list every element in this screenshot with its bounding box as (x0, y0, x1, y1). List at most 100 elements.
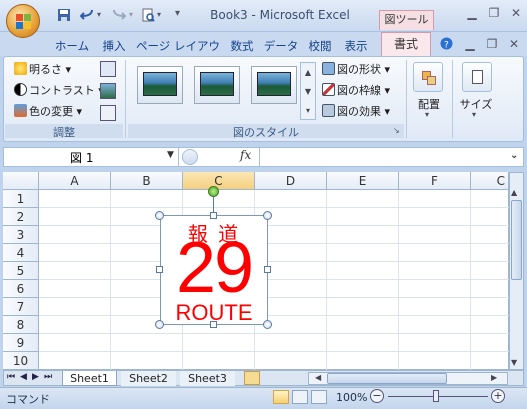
scroll-left-icon[interactable]: ◀ (315, 373, 321, 382)
picture-styles-group-label: 図のスタイル (128, 124, 404, 139)
page-break-view-icon[interactable] (311, 390, 327, 404)
print-preview-icon[interactable] (141, 8, 155, 22)
gallery-scroll[interactable]: ▲ ▼ ▾ (300, 62, 316, 120)
insert-sheet-icon[interactable] (244, 371, 260, 385)
column-header[interactable]: A (39, 172, 111, 190)
row-header[interactable]: 8 (3, 316, 39, 334)
row-header[interactable]: 1 (3, 190, 39, 208)
tab-review[interactable]: 校閲 (305, 36, 335, 56)
minimize-icon[interactable]: ▁ (465, 6, 479, 20)
tab-page-layout[interactable]: ページ レイアウト (135, 36, 221, 73)
redo-dropdown-icon[interactable]: ▾ (129, 10, 133, 19)
reset-picture-icon[interactable] (100, 105, 116, 121)
formula-input[interactable] (259, 148, 507, 166)
resize-handle[interactable] (264, 266, 271, 273)
scroll-down-icon[interactable]: ▼ (511, 358, 517, 367)
change-picture-icon[interactable] (100, 83, 116, 99)
sheet-tab[interactable]: Sheet2 (121, 371, 176, 386)
resize-handle[interactable] (210, 321, 217, 328)
last-sheet-icon[interactable]: ⏭ (44, 372, 52, 382)
close-icon[interactable]: ✕ (509, 6, 523, 20)
horizontal-scroll-thumb[interactable] (327, 373, 447, 384)
row-header[interactable]: 5 (3, 262, 39, 280)
resize-handle[interactable] (210, 212, 217, 219)
picture-shape-button[interactable]: 図の形状 ▾ (322, 62, 390, 78)
contrast-button[interactable]: コントラスト ▾ (14, 83, 104, 99)
column-header[interactable]: D (255, 172, 327, 190)
customize-qat-icon[interactable]: ▾ (175, 8, 180, 19)
first-sheet-icon[interactable]: ⏮ (7, 372, 15, 382)
undo-dropdown-icon[interactable]: ▾ (97, 10, 101, 19)
resize-handle[interactable] (156, 266, 163, 273)
brightness-button[interactable]: 明るさ ▾ (14, 62, 71, 78)
undo-icon[interactable] (80, 8, 94, 22)
tab-format[interactable]: 書式 (381, 32, 431, 56)
picture-style-thumb[interactable] (251, 66, 297, 104)
normal-view-icon[interactable] (273, 390, 289, 404)
workbook-close-icon[interactable]: ✕ (507, 37, 521, 51)
tab-view[interactable]: 表示 (341, 36, 371, 56)
picture-number: 29 (175, 228, 254, 308)
picture-style-thumb[interactable] (137, 66, 183, 104)
name-box-dropdown-icon[interactable]: ▼ (167, 150, 174, 160)
resize-handle[interactable] (263, 211, 272, 220)
office-logo-icon (16, 14, 31, 29)
compress-pictures-icon[interactable] (100, 61, 116, 77)
workbook-minimize-icon[interactable]: ▁ (463, 37, 477, 51)
page-layout-view-icon[interactable] (292, 390, 308, 404)
row-header[interactable]: 6 (3, 280, 39, 298)
redo-icon[interactable] (112, 8, 126, 22)
size-dropdown-icon[interactable]: ▾ (472, 110, 476, 119)
scroll-up-icon[interactable]: ▲ (511, 188, 517, 197)
name-box-value: 図 1 (70, 151, 94, 165)
vertical-scroll-thumb[interactable] (511, 200, 522, 280)
column-header[interactable]: C (183, 172, 255, 190)
sheet-tab[interactable]: Sheet1 (62, 371, 117, 386)
rotation-handle[interactable] (208, 186, 219, 197)
row-header[interactable]: 4 (3, 244, 39, 262)
column-header[interactable]: B (111, 172, 183, 190)
row-header[interactable]: 3 (3, 226, 39, 244)
resize-handle[interactable] (155, 320, 164, 329)
select-all-corner[interactable] (3, 172, 39, 190)
arrange-dropdown-icon[interactable]: ▾ (425, 110, 429, 119)
print-dropdown-icon[interactable]: ▾ (157, 10, 161, 19)
picture-border-button[interactable]: 図の枠線 ▾ (322, 83, 390, 99)
picture-style-thumb[interactable] (194, 66, 240, 104)
row-header[interactable]: 2 (3, 208, 39, 226)
insert-function-icon[interactable]: fx (240, 148, 251, 162)
workbook-restore-icon[interactable]: ❐ (485, 37, 499, 51)
column-header[interactable]: C (471, 172, 509, 190)
column-header[interactable]: E (327, 172, 399, 190)
help-icon[interactable]: ? (440, 37, 453, 50)
formula-bar-expander[interactable] (182, 149, 198, 165)
tab-formulas[interactable]: 数式 (227, 36, 257, 56)
office-button[interactable] (6, 4, 40, 38)
row-header[interactable]: 7 (3, 298, 39, 316)
selected-picture[interactable]: 報 道 29 ROUTE (160, 215, 268, 325)
dialog-launcher-icon[interactable]: ↘ (393, 126, 400, 135)
zoom-out-icon[interactable]: − (370, 389, 384, 403)
row-header[interactable]: 10 (3, 352, 39, 370)
row-header[interactable]: 9 (3, 334, 39, 352)
tab-insert[interactable]: 挿入 (99, 36, 129, 56)
zoom-slider-thumb[interactable] (433, 390, 439, 402)
resize-handle[interactable] (155, 211, 164, 220)
size-icon[interactable] (462, 62, 492, 92)
arrange-icon[interactable] (413, 62, 443, 92)
picture-effects-button[interactable]: 図の効果 ▾ (322, 104, 390, 120)
zoom-level[interactable]: 100% (336, 391, 367, 404)
expand-formula-bar-icon[interactable]: ⌄ (510, 150, 518, 161)
scroll-right-icon[interactable]: ▶ (491, 373, 497, 382)
prev-sheet-icon[interactable]: ◀ (20, 372, 27, 382)
resize-handle[interactable] (263, 320, 272, 329)
recolor-button[interactable]: 色の変更 ▾ (14, 104, 82, 120)
next-sheet-icon[interactable]: ▶ (32, 372, 39, 382)
maximize-icon[interactable]: ❐ (487, 6, 501, 20)
sheet-tab[interactable]: Sheet3 (180, 371, 235, 386)
save-icon[interactable] (57, 8, 71, 22)
tab-home[interactable]: ホーム (52, 36, 92, 56)
tab-data[interactable]: データ (263, 36, 299, 56)
zoom-in-icon[interactable]: + (491, 389, 505, 403)
column-header[interactable]: F (399, 172, 471, 190)
